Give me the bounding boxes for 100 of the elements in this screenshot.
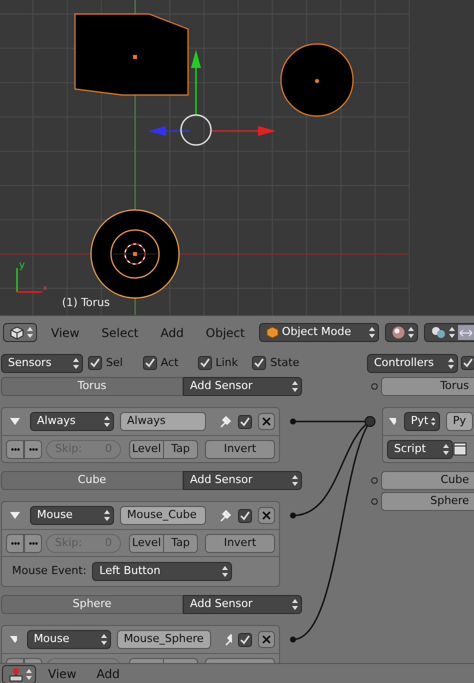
remove-button[interactable] (258, 631, 275, 648)
socket-icon[interactable] (370, 477, 378, 484)
updown-icon (27, 327, 33, 338)
input-socket-icon[interactable] (364, 416, 376, 427)
socket-icon[interactable] (370, 498, 378, 505)
script-mode-dropdown[interactable]: Script (387, 440, 453, 458)
mode-dropdown[interactable]: Object Mode (258, 323, 379, 342)
joystick-icon (9, 666, 23, 682)
pin-icon[interactable] (218, 414, 232, 428)
3d-cursor-icon (124, 243, 146, 265)
output-socket-icon[interactable] (290, 512, 296, 518)
menu-item[interactable]: View (43, 324, 88, 342)
sphere-icon (392, 326, 405, 339)
checkbox[interactable] (461, 356, 474, 370)
collapse-triangle-icon[interactable] (10, 418, 20, 425)
add-sensor-dropdown[interactable]: Add Sensor (183, 377, 302, 396)
updown-icon (222, 566, 228, 577)
menu-item[interactable]: Add (88, 665, 128, 683)
add-sensor-dropdown[interactable]: Add Sensor (183, 471, 302, 490)
output-socket-icon[interactable] (290, 636, 296, 642)
controllers-dropdown[interactable]: Controllers (367, 354, 458, 372)
checkbox-label: Sel (106, 354, 123, 371)
collapse-triangle-icon[interactable] (10, 512, 20, 519)
dots-icon (28, 448, 38, 450)
sensor-type-dropdown[interactable]: Mouse (26, 630, 111, 649)
object-name-bar: Torus (381, 377, 474, 396)
pin-icon[interactable] (222, 632, 232, 646)
checkbox[interactable] (198, 356, 212, 370)
level-button[interactable]: Level (129, 534, 164, 552)
checkbox-label: State (270, 354, 300, 371)
dots-icon (10, 448, 20, 450)
cube-object[interactable] (74, 13, 189, 96)
cube-icon (266, 326, 279, 339)
controller-name-field[interactable]: Py (446, 412, 473, 431)
menu-item[interactable]: Select (93, 324, 147, 342)
checkbox-label: Act (160, 354, 178, 371)
transform-gizmo[interactable] (148, 50, 276, 146)
updown-icon (431, 416, 436, 427)
collapse-triangle-icon[interactable] (389, 418, 396, 425)
add-sensor-dropdown[interactable]: Add Sensor (183, 595, 302, 614)
object-name-bar: Cube (381, 471, 474, 490)
remove-button[interactable] (258, 507, 275, 524)
pulse-toggle-button[interactable] (6, 440, 24, 458)
shading-dropdown[interactable] (384, 323, 418, 342)
checkbox[interactable] (238, 508, 252, 522)
updown-icon (448, 327, 455, 338)
object-name-bar: Torus (1, 377, 183, 396)
pin-icon[interactable] (218, 508, 232, 522)
updown-icon (408, 327, 414, 338)
pivot-dropdown[interactable] (424, 323, 474, 342)
collapse-triangle-icon[interactable] (10, 636, 17, 643)
updown-icon (292, 381, 298, 392)
invert-button[interactable]: Invert (205, 440, 275, 458)
close-icon (262, 511, 271, 520)
menu-item[interactable]: View (40, 665, 84, 683)
controller-type-dropdown[interactable]: Pyt (404, 412, 440, 431)
checkbox[interactable] (238, 414, 252, 428)
sensor-name-field[interactable]: Always (120, 412, 206, 431)
updown-icon (104, 510, 110, 521)
sensor-type-dropdown[interactable]: Mouse (30, 506, 114, 525)
tap-button[interactable]: Tap (164, 440, 198, 458)
updown-icon (100, 634, 107, 645)
close-icon (262, 635, 271, 644)
socket-icon[interactable] (370, 383, 378, 390)
invert-button[interactable]: Invert (205, 534, 275, 552)
text-editor-icon[interactable] (453, 442, 467, 456)
level-button[interactable]: Level (129, 440, 164, 458)
pulse-toggle-button[interactable] (6, 534, 24, 552)
object-name-bar: Cube (1, 471, 183, 490)
remove-button[interactable] (258, 413, 275, 430)
checkbox[interactable] (252, 356, 266, 370)
output-socket-icon[interactable] (290, 418, 296, 424)
menu-item[interactable]: Object (198, 324, 253, 342)
checkbox[interactable] (238, 632, 252, 646)
axis-label: y (19, 260, 25, 271)
updown-icon (292, 599, 298, 610)
editor-type-dropdown[interactable] (2, 664, 36, 683)
pulse-toggle-button[interactable] (24, 534, 42, 552)
sensors-dropdown[interactable]: Sensors (1, 354, 83, 372)
menu-item[interactable]: Add (152, 324, 192, 342)
sensor-name-field[interactable]: Mouse_Sphere (116, 630, 211, 649)
updown-icon (26, 668, 32, 680)
updown-icon (104, 416, 110, 427)
sphere-object[interactable] (280, 43, 354, 117)
sensor-name-field[interactable]: Mouse_Cube (120, 506, 206, 525)
torus-object[interactable] (90, 209, 180, 299)
sensor-type-dropdown[interactable]: Always (30, 412, 114, 431)
cube-icon (10, 326, 24, 340)
editor-type-dropdown[interactable] (3, 323, 37, 342)
field-label: Mouse Event: (12, 563, 86, 580)
pulse-toggle-button[interactable] (24, 440, 42, 458)
circles-icon (430, 326, 446, 339)
checkbox[interactable] (88, 356, 102, 370)
updown-icon (73, 358, 79, 368)
mouse-event-dropdown[interactable]: Left Button (92, 562, 232, 581)
tap-button[interactable]: Tap (164, 534, 198, 552)
manipulator-icon (458, 325, 474, 340)
updown-icon (292, 475, 298, 486)
updown-icon (448, 358, 454, 368)
checkbox[interactable] (142, 356, 157, 370)
